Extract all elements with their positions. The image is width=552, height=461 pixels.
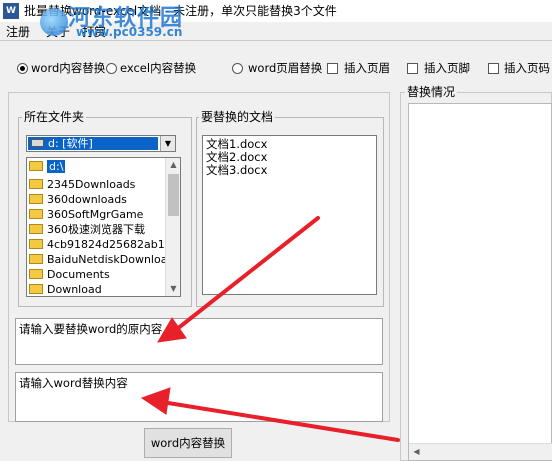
docs-group-label: 要替换的文档 — [199, 110, 276, 124]
folder-item[interactable]: 4cb91824d25682ab1ef — [29, 237, 165, 252]
insert-footer-label[interactable]: 插入页脚 — [424, 61, 470, 75]
scroll-up-icon[interactable]: ▲ — [166, 158, 180, 172]
result-horizontal-scrollbar[interactable]: ◀ — [409, 443, 552, 460]
insert-footer-checkbox[interactable] — [407, 63, 418, 74]
scroll-left-icon[interactable]: ◀ — [409, 445, 424, 460]
drive-select[interactable]: d: [软件] ▼ — [26, 135, 176, 152]
mode-header-label[interactable]: word页眉替换 — [248, 61, 322, 75]
folder-item[interactable]: 2345Downloads — [29, 177, 165, 192]
folder-item-label: 2345Downloads — [47, 178, 136, 191]
replacement-content-input[interactable]: 请输入word替换内容 — [15, 372, 383, 422]
folder-item[interactable]: Documents — [29, 267, 165, 282]
folder-item-label: BaiduNetdiskDownload — [47, 253, 165, 266]
original-content-input[interactable]: 请输入要替换word的原内容 — [15, 318, 383, 365]
folder-item-label: 4cb91824d25682ab1ef — [47, 238, 165, 251]
app-icon: W — [3, 3, 19, 19]
mode-excel-radio[interactable] — [106, 63, 117, 74]
folder-item-label: 360极速浏览器下载 — [47, 223, 145, 236]
mode-header-radio[interactable] — [232, 63, 243, 74]
result-log[interactable] — [408, 103, 552, 461]
folder-icon — [29, 224, 43, 234]
folder-icon — [29, 179, 43, 189]
folder-item[interactable]: 360极速浏览器下载 — [29, 222, 165, 237]
folder-icon — [29, 284, 43, 294]
watermark-logo — [40, 8, 68, 36]
replace-button[interactable]: word内容替换 — [144, 428, 232, 458]
folder-icon — [29, 269, 43, 279]
document-item[interactable]: 文档3.docx — [206, 164, 267, 177]
folder-item[interactable]: 360SoftMgrGame — [29, 207, 165, 222]
insert-header-checkbox[interactable] — [327, 63, 338, 74]
mode-word-radio[interactable] — [17, 63, 28, 74]
folder-item-label: 360downloads — [47, 193, 127, 206]
folder-icon — [29, 194, 43, 204]
folder-item-label: 360SoftMgrGame — [47, 208, 144, 221]
folder-item-label: Download — [47, 283, 102, 296]
folder-item-label: Documents — [47, 268, 110, 281]
chevron-down-icon[interactable]: ▼ — [160, 136, 175, 151]
folder-item-label: d:\ — [47, 160, 66, 173]
mode-word-label[interactable]: word内容替换 — [31, 61, 105, 75]
drive-icon — [31, 139, 44, 147]
folder-item[interactable]: 360downloads — [29, 192, 165, 207]
folder-list-scrollbar[interactable]: ▲ ▼ — [165, 158, 180, 296]
menu-register[interactable]: 注册 — [6, 25, 30, 39]
folder-open-icon — [29, 161, 43, 171]
scroll-thumb[interactable] — [168, 174, 179, 216]
folder-icon — [29, 239, 43, 249]
folder-icon — [29, 209, 43, 219]
result-group-label: 替换情况 — [405, 85, 458, 99]
menu-divider — [0, 40, 552, 41]
folder-item[interactable]: BaiduNetdiskDownload — [29, 252, 165, 267]
folder-icon — [29, 254, 43, 264]
folder-item[interactable]: Download — [29, 282, 165, 296]
folder-list[interactable]: d:\ 2345Downloads 360downloads 360SoftMg… — [26, 157, 181, 297]
watermark-url: www.pc0359.cn — [76, 25, 183, 39]
insert-page-number-label[interactable]: 插入页码 — [504, 61, 550, 75]
scroll-down-icon[interactable]: ▼ — [166, 282, 180, 296]
insert-page-number-checkbox[interactable] — [488, 63, 499, 74]
insert-header-label[interactable]: 插入页眉 — [344, 61, 390, 75]
folder-item[interactable]: d:\ — [29, 159, 165, 174]
document-list[interactable]: 文档1.docx 文档2.docx 文档3.docx — [202, 135, 377, 295]
mode-excel-label[interactable]: excel内容替换 — [120, 61, 196, 75]
drive-selected-value: d: [软件] — [28, 137, 158, 150]
folder-group-label: 所在文件夹 — [22, 110, 87, 124]
